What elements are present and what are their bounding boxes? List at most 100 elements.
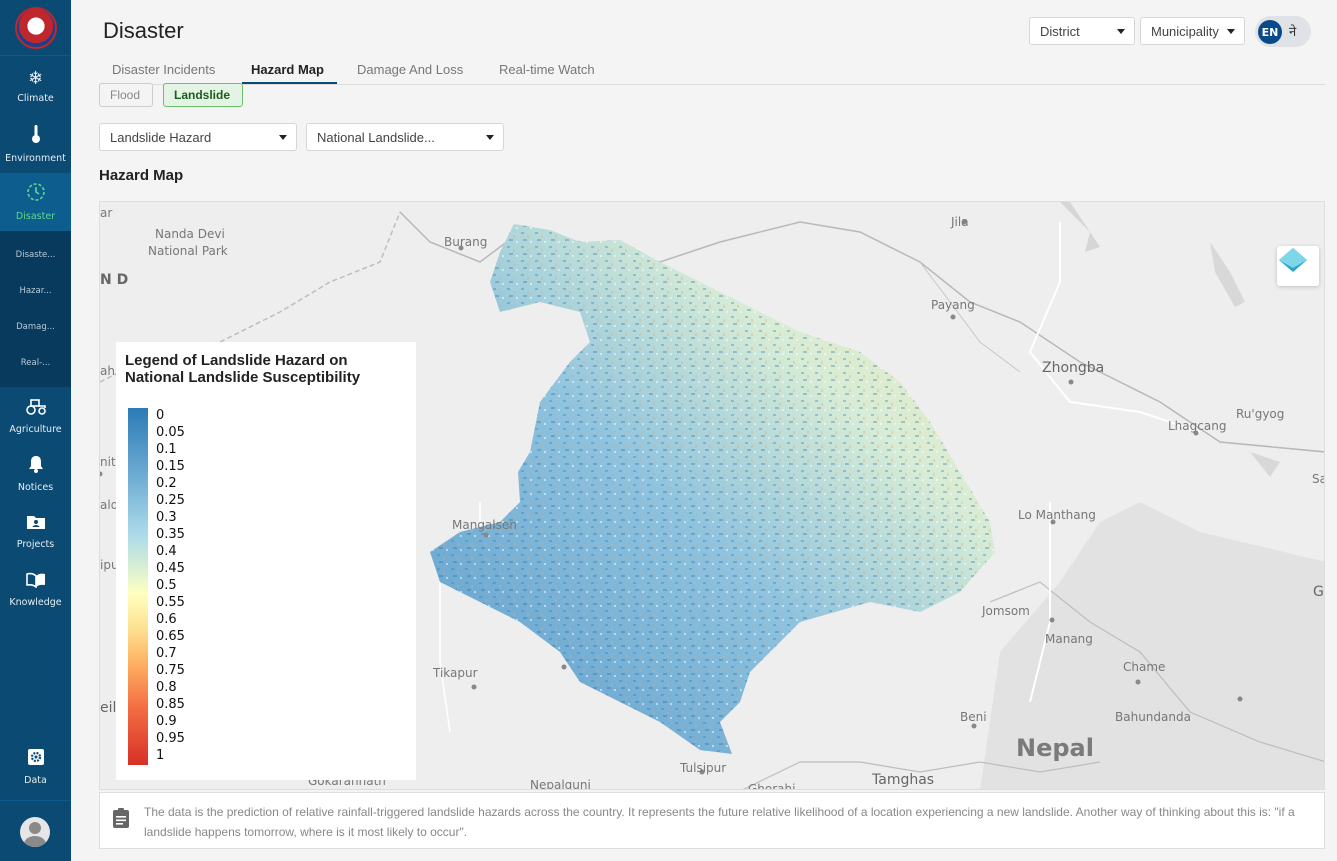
map-place-label: Sa bbox=[1312, 472, 1324, 486]
nav-label: Agriculture bbox=[9, 424, 62, 435]
map-place-label: nit bbox=[100, 455, 116, 469]
legend-label: 0.1 bbox=[156, 442, 177, 457]
layers-toggle-button[interactable] bbox=[1277, 246, 1319, 286]
legend-label: 0.85 bbox=[156, 697, 185, 712]
map-place-label: Nepalgunj bbox=[530, 778, 591, 790]
sidebar-divider bbox=[0, 800, 71, 801]
tab-damage-and-loss[interactable]: Damage And Loss bbox=[357, 62, 463, 77]
map-place-label: Jila bbox=[951, 215, 969, 229]
legend-label: 0.35 bbox=[156, 527, 185, 542]
legend-title: Legend of Landslide Hazard on National L… bbox=[125, 352, 361, 386]
layers-icon bbox=[1279, 248, 1307, 272]
snowflake-icon: ❄ bbox=[27, 67, 44, 89]
map-place-label: N D bbox=[100, 272, 129, 288]
map-place-label: Ghorahi bbox=[748, 782, 796, 790]
nav-climate[interactable]: ❄ Climate bbox=[0, 57, 71, 115]
dataset-select-value: National Landslide... bbox=[317, 129, 435, 145]
map-place-label: Nanda Devi bbox=[155, 227, 225, 241]
legend-label: 0.9 bbox=[156, 714, 177, 729]
submenu-damage-loss[interactable]: Damag... bbox=[0, 309, 71, 345]
nav-knowledge[interactable]: Knowledge bbox=[0, 561, 71, 619]
legend-label: 0.2 bbox=[156, 476, 177, 491]
map-place-label: Jomsom bbox=[982, 604, 1030, 618]
section-title: Hazard Map bbox=[99, 167, 184, 184]
tab-realtime-watch[interactable]: Real-time Watch bbox=[499, 62, 595, 77]
book-icon bbox=[25, 572, 47, 593]
disaster-submenu: Disaste... Hazar... Damag... Real-... bbox=[0, 231, 71, 387]
tab-hazard-map[interactable]: Hazard Map bbox=[251, 62, 324, 77]
bell-icon bbox=[28, 455, 44, 478]
chevron-down-icon bbox=[279, 135, 287, 140]
map-place-label: Tamghas bbox=[872, 772, 935, 788]
government-emblem-logo[interactable] bbox=[0, 0, 71, 56]
map-place-label: Beni bbox=[960, 710, 987, 724]
map-place-label: National Park bbox=[148, 244, 228, 258]
municipality-select[interactable]: Municipality bbox=[1140, 17, 1245, 45]
legend-label: 0.05 bbox=[156, 425, 185, 440]
legend-label: 0.75 bbox=[156, 663, 185, 678]
dataset-select[interactable]: National Landslide... bbox=[306, 123, 504, 151]
legend-label: 0 bbox=[156, 408, 165, 423]
chevron-down-icon bbox=[1227, 29, 1235, 34]
legend-label: 0.45 bbox=[156, 561, 185, 576]
data-description-text: The data is the prediction of relative r… bbox=[144, 805, 1295, 839]
legend-label: 0.8 bbox=[156, 680, 177, 695]
nav-label: Environment bbox=[5, 153, 66, 164]
submenu-disaster-incidents[interactable]: Disaste... bbox=[0, 237, 71, 273]
nav-data[interactable]: Data bbox=[0, 738, 71, 796]
tractor-icon bbox=[25, 397, 47, 420]
hazard-chip-landslide[interactable]: Landslide bbox=[163, 83, 243, 107]
clock-icon bbox=[26, 182, 46, 207]
lang-en-option[interactable]: EN bbox=[1258, 20, 1282, 44]
nav-agriculture[interactable]: Agriculture bbox=[0, 387, 71, 445]
map-place-label: Ru'gyog bbox=[1236, 407, 1285, 421]
legend-label: 1 bbox=[156, 748, 165, 763]
map-place-label: Tulsipur bbox=[680, 761, 727, 775]
submenu-realtime-watch[interactable]: Real-... bbox=[0, 345, 71, 381]
map-place-label: Payang bbox=[931, 298, 975, 312]
nav-disaster[interactable]: Disaster bbox=[0, 173, 71, 231]
nav-label: Knowledge bbox=[9, 597, 62, 608]
legend-label: 0.95 bbox=[156, 731, 185, 746]
legend-labels: 0 0.05 0.1 0.15 0.2 0.25 0.3 0.35 0.4 0.… bbox=[156, 407, 185, 764]
folder-user-icon bbox=[26, 514, 46, 535]
nav-label: Disaster bbox=[15, 211, 56, 222]
user-avatar[interactable] bbox=[20, 817, 50, 847]
tab-disaster-incidents[interactable]: Disaster Incidents bbox=[112, 62, 215, 77]
legend-label: 0.7 bbox=[156, 646, 177, 661]
map-place-label: Bahundanda bbox=[1115, 710, 1191, 724]
map-place-label: Burang bbox=[444, 235, 488, 249]
clipboard-icon bbox=[113, 808, 129, 828]
active-tab-indicator bbox=[242, 82, 337, 84]
map-place-label: Lo Manthang bbox=[1018, 508, 1096, 522]
legend-label: 0.6 bbox=[156, 612, 177, 627]
layer-select[interactable]: Landslide Hazard bbox=[99, 123, 297, 151]
district-select[interactable]: District bbox=[1029, 17, 1135, 45]
legend-color-ramp bbox=[128, 408, 148, 765]
map-place-label: Manang bbox=[1045, 632, 1093, 646]
language-toggle[interactable]: EN ने bbox=[1255, 16, 1311, 47]
legend-label: 0.5 bbox=[156, 578, 177, 593]
district-select-value: District bbox=[1040, 23, 1080, 39]
map-place-label: Mangalsen bbox=[452, 518, 517, 532]
legend-label: 0.65 bbox=[156, 629, 185, 644]
page-title: Disaster bbox=[103, 18, 184, 43]
hazard-chip-flood[interactable]: Flood bbox=[99, 83, 153, 107]
legend-label: 0.4 bbox=[156, 544, 177, 559]
nav-environment[interactable]: Environment bbox=[0, 115, 71, 173]
legend-label: 0.55 bbox=[156, 595, 185, 610]
chevron-down-icon bbox=[1117, 29, 1125, 34]
map-place-label: Tikapur bbox=[433, 666, 478, 680]
nav-notices[interactable]: Notices bbox=[0, 445, 71, 503]
nav-projects[interactable]: Projects bbox=[0, 503, 71, 561]
disaster-tabs: Disaster Incidents Hazard Map Damage And… bbox=[99, 58, 1325, 85]
gear-icon bbox=[27, 748, 45, 771]
nav-label: Climate bbox=[17, 92, 54, 104]
map-place-label: ah bbox=[100, 364, 115, 378]
layer-select-value: Landslide Hazard bbox=[110, 129, 212, 145]
nav-label: Projects bbox=[16, 539, 55, 550]
lang-ne-option[interactable]: ने bbox=[1289, 22, 1296, 40]
nav-label: Notices bbox=[17, 482, 54, 493]
submenu-hazard-map[interactable]: Hazar... bbox=[0, 273, 71, 309]
legend-label: 0.25 bbox=[156, 493, 185, 508]
